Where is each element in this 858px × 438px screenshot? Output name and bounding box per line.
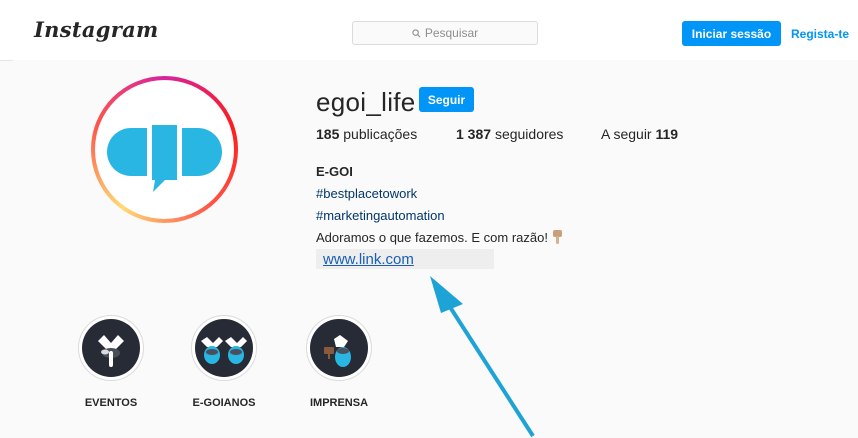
followers-count-label: seguidores <box>494 126 564 142</box>
followers-count-value: 1 387 <box>456 126 492 142</box>
egoi-logo-icon <box>107 125 222 192</box>
search-input[interactable]: Pesquisar <box>352 21 538 45</box>
bio-text: Adoramos o que fazemos. E com razão! <box>316 230 563 245</box>
mascot-pair-icon <box>201 337 247 364</box>
posts-count-label: publicações <box>343 126 418 142</box>
followers-count[interactable]: 1 387 seguidores <box>456 126 563 142</box>
pointing-down-hand-icon <box>552 230 562 244</box>
search-placeholder: Pesquisar <box>424 26 479 40</box>
login-button[interactable]: Iniciar sessão <box>682 21 781 46</box>
hashtag-link[interactable]: #marketingautomation <box>316 208 445 223</box>
profile-website-link[interactable]: www.link.com <box>323 251 414 268</box>
search-icon <box>412 28 421 37</box>
posts-count-value: 185 <box>316 126 340 142</box>
mascot-press-icon <box>324 335 351 367</box>
register-link[interactable]: Regista-te <box>791 21 849 46</box>
highlight-cover <box>195 319 253 377</box>
profile-username: egoi_life <box>316 87 416 117</box>
following-count[interactable]: A seguir 119 <box>601 126 678 142</box>
story-highlight-e-goianos[interactable] <box>191 315 257 381</box>
profile-avatar[interactable] <box>91 76 238 223</box>
profile-name: E-GOI <box>316 164 353 179</box>
highlight-label: E-GOIANOS <box>192 397 256 409</box>
follow-button[interactable]: Seguir <box>419 87 474 112</box>
top-navigation-bar: Instagram Pesquisar Iniciar sessão Regis… <box>0 0 858 61</box>
avatar-image <box>95 80 234 219</box>
bio-text-content: Adoramos o que fazemos. E com razão! <box>316 230 548 245</box>
highlight-label: IMPRENSA <box>309 397 369 409</box>
instagram-logo[interactable]: Instagram <box>34 17 159 42</box>
story-highlight-eventos[interactable] <box>78 315 144 381</box>
posts-count: 185 publicações <box>316 126 417 142</box>
highlight-label: EVENTOS <box>84 397 138 409</box>
highlight-cover <box>310 319 368 377</box>
hashtag-link[interactable]: #bestplacetowork <box>316 186 417 201</box>
following-count-value: 119 <box>655 126 679 142</box>
highlight-cover <box>82 319 140 377</box>
mascot-icon <box>98 335 124 367</box>
following-count-label: A seguir <box>601 126 652 142</box>
story-highlight-imprensa[interactable] <box>306 315 372 381</box>
